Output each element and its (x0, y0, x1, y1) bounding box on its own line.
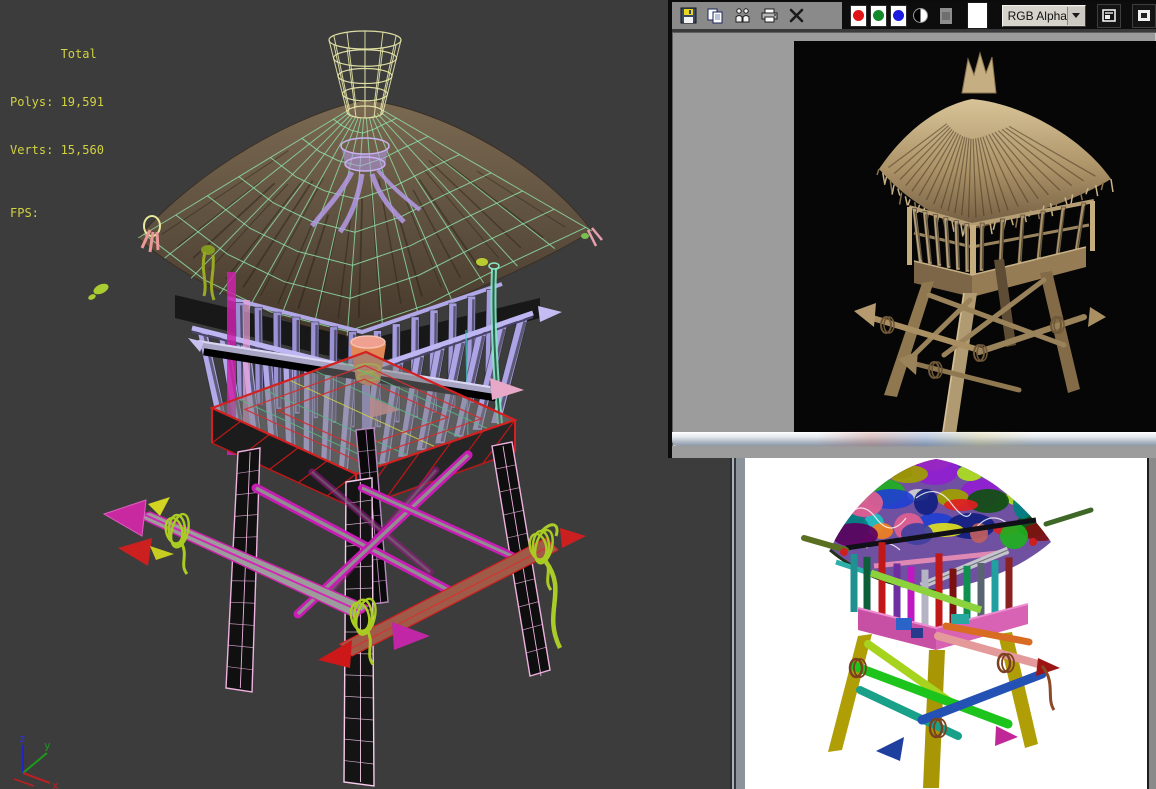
viewport-statistics: Total Polys: 19,591 Verts: 15,560 FPS: (10, 14, 104, 253)
red-channel-button[interactable] (850, 4, 867, 27)
layout-button[interactable] (1131, 3, 1156, 28)
rfw-client-area (672, 32, 1156, 446)
color-id-canvas[interactable] (746, 458, 1147, 789)
monochrome-button[interactable] (912, 5, 928, 27)
rendered-image[interactable] (794, 41, 1156, 444)
print-button[interactable] (759, 6, 779, 26)
blue-channel-button[interactable] (889, 4, 907, 27)
clear-icon (789, 8, 803, 23)
red-channel-dot (852, 10, 864, 21)
chevron-down-icon (1066, 6, 1085, 25)
channel-dropdown[interactable]: RGB Alpha (1001, 4, 1086, 27)
stats-fps: FPS: (10, 206, 39, 220)
copy-icon (707, 8, 723, 24)
clone-button[interactable] (732, 6, 752, 26)
axis-label-z: z (19, 732, 26, 745)
rendered-frame-window: RGB Alpha (668, 0, 1156, 458)
stats-verts: Verts: 15,560 (10, 143, 104, 157)
color-id-tower (801, 459, 1094, 788)
alpha-channel-button[interactable] (939, 7, 952, 24)
axis-label-y: y (44, 739, 51, 752)
stats-total: Total (60, 47, 97, 61)
clone-icon (735, 8, 749, 23)
alpha-icon (941, 11, 950, 20)
color-window-right-frame (1147, 458, 1156, 789)
layout-icon (1137, 10, 1150, 21)
color-window-left-frame (730, 458, 746, 789)
rfw-resize-bar[interactable] (672, 432, 1156, 446)
color-dome (801, 459, 1094, 593)
monochrome-icon (912, 8, 928, 23)
channel-dropdown-value: RGB Alpha (1007, 8, 1067, 23)
print-icon (761, 8, 777, 23)
save-icon (680, 7, 696, 24)
stats-polys: Polys: 19,591 (10, 95, 104, 109)
blue-channel-dot (892, 10, 904, 21)
color-braces (849, 622, 1047, 740)
green-channel-dot (872, 10, 884, 21)
clear-button[interactable] (786, 6, 806, 26)
toggle-ui-button[interactable] (1096, 3, 1121, 28)
axis-tripod: z y x (13, 732, 59, 789)
rfw-toolbar: RGB Alpha (672, 2, 1156, 32)
green-channel-button[interactable] (869, 4, 887, 27)
axis-label-x: x (52, 779, 59, 789)
color-id-window (730, 458, 1156, 789)
rendered-tower-image (794, 41, 1156, 444)
background-color-swatch[interactable] (966, 2, 988, 29)
toggle-ui-icon (1102, 9, 1116, 22)
copy-button[interactable] (705, 6, 725, 26)
save-button[interactable] (678, 6, 698, 26)
max-application-screen: z y x Total Polys: 19,591 Verts: 15,560 … (0, 0, 1156, 789)
